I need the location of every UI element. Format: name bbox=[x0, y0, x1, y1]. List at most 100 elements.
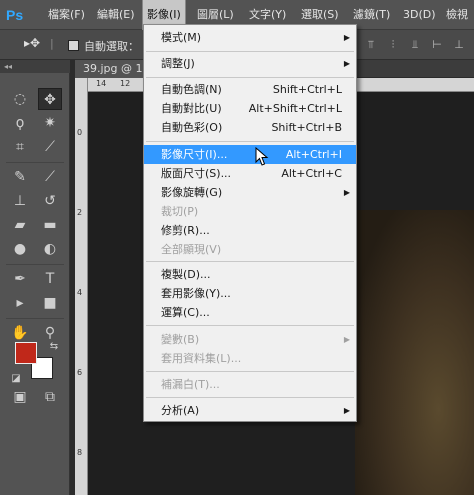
submenu-arrow-icon: ▶ bbox=[343, 406, 350, 415]
menu-3d[interactable]: 3D(D) bbox=[399, 0, 440, 30]
menu-item-label: 變數(B) bbox=[161, 333, 200, 346]
menu-item-crop: 裁切(P) bbox=[144, 202, 356, 221]
toolbox-divider bbox=[6, 264, 64, 265]
swap-colors-icon[interactable]: ⇆ bbox=[42, 336, 66, 358]
menu-item-shortcut: Shift+Ctrl+B bbox=[271, 121, 342, 134]
menu-file[interactable]: 檔案(F) bbox=[44, 0, 89, 30]
menu-item-label: 套用資料集(L)... bbox=[161, 352, 242, 365]
menu-item-variables: 變數(B) ▶ bbox=[144, 330, 356, 349]
menu-item-trim[interactable]: 修剪(R)... bbox=[144, 221, 356, 240]
menu-separator bbox=[146, 371, 354, 372]
menu-separator bbox=[146, 51, 354, 52]
brush-icon[interactable]: ⟋ bbox=[38, 166, 62, 188]
move-tool-icon[interactable]: ✥ bbox=[38, 88, 62, 110]
menu-item-auto-tone[interactable]: 自動色調(N) Shift+Ctrl+L bbox=[144, 80, 356, 99]
menu-item-shortcut: Shift+Ctrl+L bbox=[272, 83, 342, 96]
menu-edit[interactable]: 編輯(E) bbox=[93, 0, 139, 30]
menu-item-label: 自動色調(N) bbox=[161, 83, 222, 96]
screen-mode-icon[interactable]: ⧉ bbox=[38, 386, 62, 408]
gradient-icon[interactable]: ▬ bbox=[38, 214, 62, 236]
submenu-arrow-icon: ▶ bbox=[343, 335, 350, 344]
magic-wand-icon[interactable]: ✷ bbox=[38, 112, 62, 134]
ruler-left-label: 2 bbox=[77, 208, 83, 217]
menu-item-label: 複製(D)... bbox=[161, 268, 211, 281]
type-icon[interactable]: T bbox=[38, 268, 62, 290]
menu-item-reveal-all: 全部顯現(V) bbox=[144, 240, 356, 259]
menu-item-shortcut: Alt+Ctrl+I bbox=[285, 148, 342, 161]
align-top-icon[interactable]: ⫪ bbox=[364, 38, 378, 52]
ruler-left: 0 2 4 6 8 bbox=[75, 78, 88, 495]
menu-item-label: 全部顯現(V) bbox=[161, 243, 222, 256]
menu-item-shortcut: Alt+Ctrl+C bbox=[281, 167, 342, 180]
menu-item-label: 模式(M) bbox=[161, 31, 202, 44]
menu-separator bbox=[146, 141, 354, 142]
menu-item-apply-image[interactable]: 套用影像(Y)... bbox=[144, 284, 356, 303]
menu-item-mode[interactable]: 模式(M) ▶ bbox=[144, 28, 356, 47]
shape-icon[interactable]: ■ bbox=[38, 292, 62, 314]
options-divider: | bbox=[50, 37, 54, 50]
menu-item-label: 影像旋轉(G) bbox=[161, 186, 223, 199]
healing-brush-icon[interactable]: ✎ bbox=[8, 166, 32, 188]
menu-item-label: 運算(C)... bbox=[161, 306, 210, 319]
menu-item-image-size[interactable]: 影像尺寸(I)... Alt+Ctrl+I bbox=[144, 145, 356, 164]
menu-item-analysis[interactable]: 分析(A) ▶ bbox=[144, 401, 356, 420]
auto-select-label: 自動選取： bbox=[84, 40, 139, 53]
blur-icon[interactable]: ● bbox=[8, 238, 32, 260]
menu-item-label: 版面尺寸(S)... bbox=[161, 167, 232, 180]
menu-separator bbox=[146, 397, 354, 398]
crop-icon[interactable]: ⌗ bbox=[8, 136, 32, 158]
eraser-icon[interactable]: ▰ bbox=[8, 214, 32, 236]
menu-item-label: 調整(J) bbox=[161, 57, 195, 70]
menu-item-calculations[interactable]: 運算(C)... bbox=[144, 303, 356, 322]
toolbox-collapse-icon[interactable]: ◂◂ bbox=[0, 60, 70, 73]
dodge-icon[interactable]: ◐ bbox=[38, 238, 62, 260]
auto-select-checkbox[interactable] bbox=[68, 40, 79, 51]
menu-item-label: 影像尺寸(I)... bbox=[161, 148, 228, 161]
ruler-top-label: 12 bbox=[120, 79, 131, 88]
move-tool-icon[interactable]: ▸✥ bbox=[24, 36, 40, 50]
marquee-icon[interactable]: ◌ bbox=[8, 88, 32, 110]
align-bottom-icon[interactable]: ⫫ bbox=[408, 38, 422, 52]
mouse-cursor-icon bbox=[255, 147, 269, 166]
foreground-color-swatch[interactable] bbox=[15, 342, 37, 364]
quick-mask-icon[interactable]: ▣ bbox=[8, 386, 32, 408]
hand-icon[interactable]: ✋ bbox=[8, 322, 32, 344]
pen-icon[interactable]: ✒ bbox=[8, 268, 32, 290]
path-select-icon[interactable]: ▸ bbox=[8, 292, 32, 314]
menu-separator bbox=[146, 325, 354, 326]
menu-item-label: 修剪(R)... bbox=[161, 224, 210, 237]
ruler-left-label: 6 bbox=[77, 368, 83, 377]
menu-item-apply-data-set: 套用資料集(L)... bbox=[144, 349, 356, 368]
submenu-arrow-icon: ▶ bbox=[343, 59, 350, 68]
menu-item-shortcut: Alt+Shift+Ctrl+L bbox=[248, 102, 342, 115]
submenu-arrow-icon: ▶ bbox=[343, 33, 350, 42]
lasso-icon[interactable]: ϙ bbox=[8, 112, 32, 134]
submenu-arrow-icon: ▶ bbox=[343, 188, 350, 197]
menu-item-image-rotation[interactable]: 影像旋轉(G) ▶ bbox=[144, 183, 356, 202]
toolbox-divider bbox=[6, 162, 64, 163]
menu-item-label: 補漏白(T)... bbox=[161, 378, 220, 391]
menu-item-auto-contrast[interactable]: 自動對比(U) Alt+Shift+Ctrl+L bbox=[144, 99, 356, 118]
menu-item-canvas-size[interactable]: 版面尺寸(S)... Alt+Ctrl+C bbox=[144, 164, 356, 183]
menu-item-duplicate[interactable]: 複製(D)... bbox=[144, 265, 356, 284]
history-brush-icon[interactable]: ↺ bbox=[38, 190, 62, 212]
ruler-left-label: 8 bbox=[77, 448, 83, 457]
menu-item-label: 自動對比(U) bbox=[161, 102, 222, 115]
align-middle-icon[interactable]: ⫶ bbox=[386, 38, 400, 52]
menu-separator bbox=[146, 77, 354, 78]
menu-item-adjustments[interactable]: 調整(J) ▶ bbox=[144, 54, 356, 73]
photo-image bbox=[355, 210, 474, 495]
align-left-icon[interactable]: ⊢ bbox=[430, 38, 444, 52]
menu-item-auto-color[interactable]: 自動色彩(O) Shift+Ctrl+B bbox=[144, 118, 356, 137]
menu-item-label: 裁切(P) bbox=[161, 205, 199, 218]
toolbox-divider bbox=[6, 318, 64, 319]
photoshop-logo: Ps bbox=[6, 7, 24, 23]
ruler-left-label: 4 bbox=[77, 288, 83, 297]
ruler-top-label: 14 bbox=[96, 79, 107, 88]
align-center-icon[interactable]: ⊥ bbox=[452, 38, 466, 52]
menu-item-label: 套用影像(Y)... bbox=[161, 287, 231, 300]
clone-stamp-icon[interactable]: ⊥ bbox=[8, 190, 32, 212]
menu-view[interactable]: 檢視 bbox=[442, 0, 472, 30]
image-menu-dropdown: 模式(M) ▶ 調整(J) ▶ 自動色調(N) Shift+Ctrl+L 自動對… bbox=[143, 24, 357, 422]
eyedropper-icon[interactable]: ⟋ bbox=[38, 136, 62, 158]
